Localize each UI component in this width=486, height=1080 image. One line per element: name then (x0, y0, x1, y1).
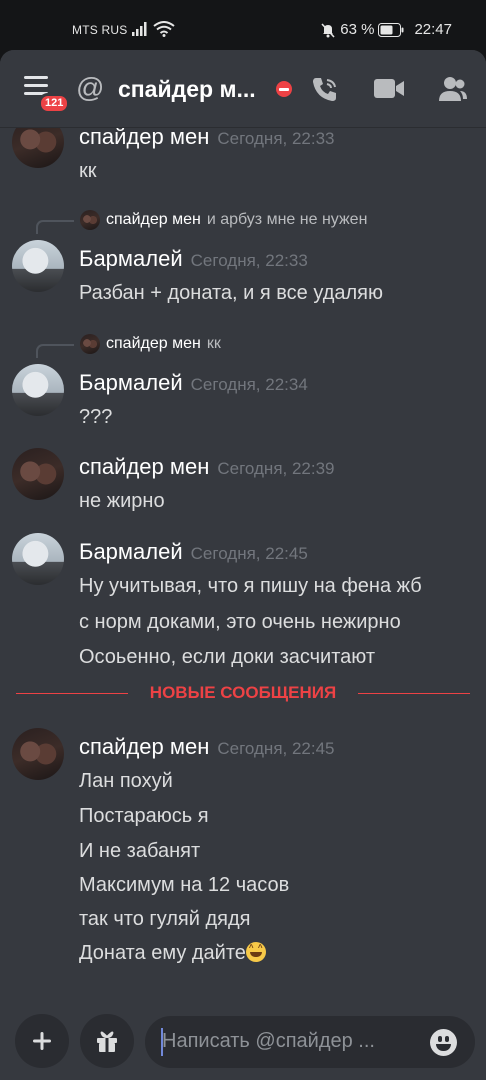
grinning-emoji-icon (245, 942, 266, 962)
message-text: с норм доками, это очень нежирно (79, 611, 401, 633)
chat-header: 121 @ спайдер м... (0, 50, 486, 128)
message-text: И не забанят (79, 840, 201, 862)
avatar[interactable] (12, 728, 64, 780)
reply-avatar (80, 334, 100, 354)
menu-button[interactable]: 121 (24, 76, 71, 114)
message-text: Разбан + доната, и я все удаляю (79, 282, 383, 304)
gift-icon (97, 1031, 117, 1052)
gift-button[interactable] (80, 1014, 134, 1068)
author-name[interactable]: спайдер мен (79, 734, 209, 759)
author-name[interactable]: спайдер мен (79, 454, 209, 479)
add-attachment-button[interactable] (15, 1014, 69, 1068)
message-author[interactable]: спайдер мен Сегодня, 22:39 (79, 454, 335, 480)
clock: 22:47 (414, 21, 452, 38)
message-text: не жирно (79, 490, 165, 512)
message-text-content: Доната ему дайте (79, 942, 246, 964)
author-name[interactable]: Бармалей (79, 246, 183, 271)
menu-icon (24, 76, 48, 79)
avatar[interactable] (12, 533, 64, 585)
dnd-status-icon (276, 81, 292, 97)
message-author[interactable]: Бармалей Сегодня, 22:33 (79, 246, 308, 272)
status-bar: MTS RUS 63 % 22:47 (0, 0, 486, 52)
message-input[interactable]: Написать @спайдер ... (145, 1016, 475, 1068)
message-text: Постараюсь я (79, 805, 209, 827)
author-name[interactable]: Бармалей (79, 539, 183, 564)
battery-icon (378, 22, 404, 37)
unread-badge: 121 (38, 93, 71, 114)
message-text: Ну учитывая, что я пишу на фена жб (79, 575, 422, 597)
message-timestamp: Сегодня, 22:45 (190, 544, 308, 563)
message-text: Доната ему дайте (79, 942, 266, 965)
message-author[interactable]: Бармалей Сегодня, 22:34 (79, 370, 308, 396)
carrier-label: MTS RUS (72, 23, 128, 37)
message-timestamp: Сегодня, 22:45 (217, 739, 335, 758)
reply-connector (36, 344, 74, 358)
message-author[interactable]: Бармалей Сегодня, 22:45 (79, 539, 308, 565)
emoji-icon-mouth (436, 1044, 451, 1051)
reply-text: и арбуз мне не нужен (206, 211, 368, 228)
new-messages-label: НОВЫЕ СООБЩЕНИЯ (149, 683, 337, 702)
signal-icon (132, 22, 147, 36)
message-author[interactable]: спайдер мен Сегодня, 22:45 (79, 734, 335, 760)
message-timestamp: Сегодня, 22:39 (217, 459, 335, 478)
members-icon[interactable] (438, 75, 468, 103)
message-text: кк (79, 160, 97, 182)
reply-preview[interactable]: спайдер мен кк (106, 335, 221, 353)
battery-percent: 63 % (340, 21, 375, 38)
emoji-icon[interactable] (430, 1029, 457, 1056)
message-text: Лан похуй (79, 770, 173, 792)
reply-author: спайдер мен (106, 335, 201, 352)
new-messages-divider: НОВЫЕ СООБЩЕНИЯ (16, 683, 470, 703)
reply-avatar (80, 210, 100, 230)
message-timestamp: Сегодня, 22:33 (190, 251, 308, 270)
message-text: Максимум на 12 часов (79, 874, 290, 896)
plus-icon (33, 1032, 51, 1050)
at-icon: @ (76, 72, 105, 103)
video-camera-icon[interactable] (373, 77, 405, 101)
app-window: 121 @ спайдер м... спайдер мен Сегодня, 2… (0, 50, 486, 1080)
message-text: так что гуляй дядя (79, 908, 251, 930)
message-timestamp: Сегодня, 22:34 (190, 375, 308, 394)
author-name[interactable]: Бармалей (79, 370, 183, 395)
wifi-icon (153, 21, 175, 37)
avatar[interactable] (12, 364, 64, 416)
status-right: 63 % 22:47 (320, 21, 452, 38)
avatar[interactable] (12, 448, 64, 500)
message-timestamp: Сегодня, 22:33 (217, 129, 335, 148)
reply-preview[interactable]: спайдер мен и арбуз мне не нужен (106, 211, 367, 229)
message-text: Осоьенно, если доки засчитают (79, 646, 376, 668)
reply-connector (36, 220, 74, 234)
reply-text: кк (206, 335, 221, 352)
menu-icon-bar (24, 84, 48, 87)
message-text: ??? (79, 406, 113, 428)
channel-title[interactable]: спайдер м... (118, 76, 256, 103)
mute-bell-icon (321, 22, 335, 38)
reply-author: спайдер мен (106, 211, 201, 228)
message-composer: Написать @спайдер ... (0, 1006, 486, 1080)
avatar[interactable] (12, 240, 64, 292)
message-input-placeholder: Написать @спайдер ... (162, 1030, 375, 1052)
phone-call-icon[interactable] (310, 74, 340, 104)
